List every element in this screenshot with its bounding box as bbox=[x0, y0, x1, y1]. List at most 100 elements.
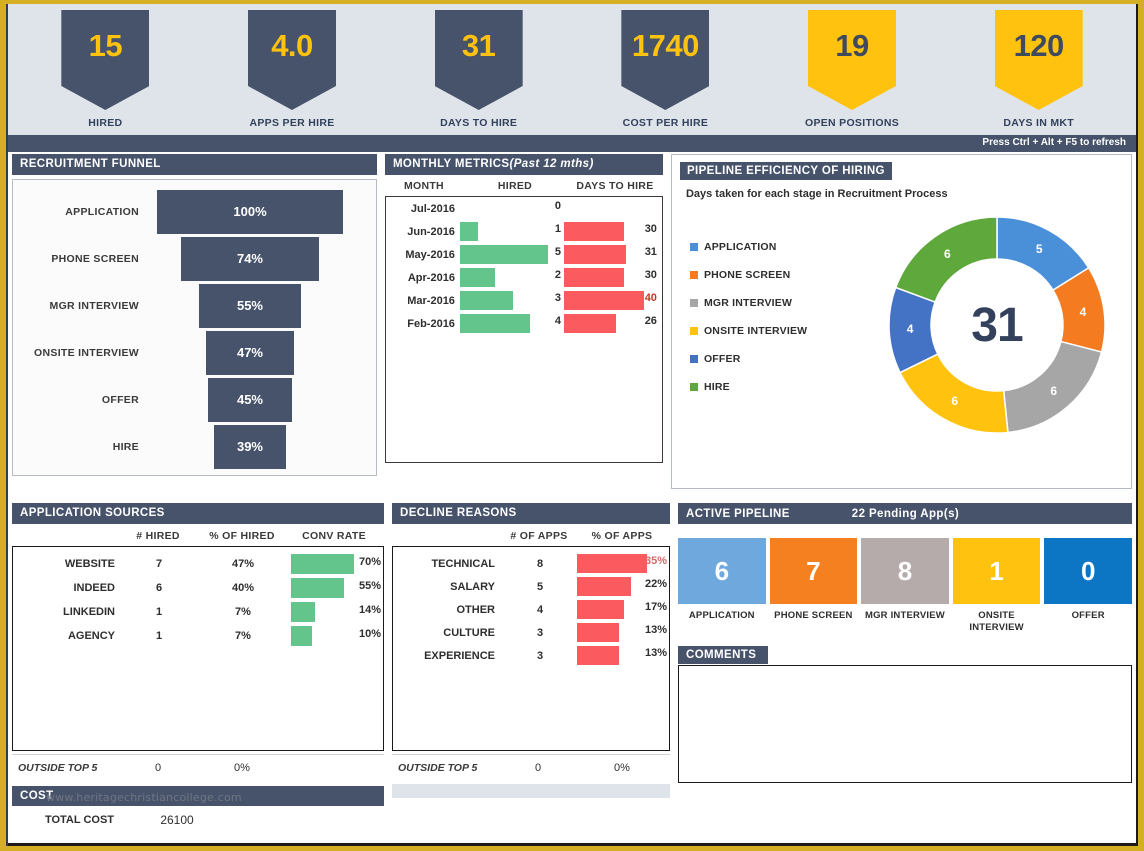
decline-pct-value: 13% bbox=[645, 624, 667, 636]
outside-top-pct: 0% bbox=[194, 762, 290, 774]
decline-pct-value: 35% bbox=[645, 555, 667, 567]
decline-reason-name: TECHNICAL bbox=[393, 558, 503, 570]
pipeline-stage-card[interactable]: 1 bbox=[953, 538, 1041, 604]
days-to-hire-value: 40 bbox=[645, 292, 657, 304]
hired-value: 0 bbox=[555, 200, 561, 212]
legend-swatch-icon bbox=[690, 271, 698, 279]
month-label: Jul-2016 bbox=[386, 203, 460, 215]
pipeline-stage-card[interactable]: 8 bbox=[861, 538, 949, 604]
monthly-metrics-row: Mar-2016340 bbox=[386, 289, 662, 312]
pipeline-efficiency-body: PIPELINE EFFICIENCY OF HIRING Days taken… bbox=[671, 154, 1132, 489]
funnel-bar: 100% bbox=[157, 190, 343, 234]
donut-segment-value: 4 bbox=[1080, 305, 1087, 319]
funnel-bar-track: 47% bbox=[153, 331, 366, 375]
kpi-ribbon: 120 bbox=[995, 10, 1083, 110]
kpi-value: 15 bbox=[89, 30, 122, 61]
monthly-metrics-table: Jul-20160Jun-2016130May-2016531Apr-20162… bbox=[385, 196, 663, 463]
days-to-hire-bar-track bbox=[564, 199, 660, 218]
hired-bar-track: 1 bbox=[460, 222, 564, 241]
days-to-hire-value: 26 bbox=[645, 315, 657, 327]
decline-reasons-panel: DECLINE REASONS # OF APPS % OF APPS TECH… bbox=[392, 503, 670, 830]
active-pipeline-title: ACTIVE PIPELINE bbox=[686, 508, 790, 520]
decline-reasons-title: DECLINE REASONS bbox=[392, 503, 670, 524]
hired-value: 5 bbox=[555, 246, 561, 258]
total-cost-label: TOTAL COST bbox=[12, 814, 122, 826]
source-pct-hired: 7% bbox=[195, 630, 291, 642]
kpi-label: COST PER HIRE bbox=[623, 117, 709, 135]
hired-bar-track: 0 bbox=[460, 199, 564, 218]
legend-item: APPLICATION bbox=[690, 233, 807, 261]
decline-outside-row: OUTSIDE TOP 5 0 0% bbox=[392, 754, 670, 780]
kpi-banner-strip: 15HIRED4.0APPS PER HIRE31DAYS TO HIRE174… bbox=[8, 4, 1136, 135]
source-hired-count: 7 bbox=[123, 558, 195, 570]
monthly-metrics-row: May-2016531 bbox=[386, 243, 662, 266]
column-header-month: MONTH bbox=[385, 180, 463, 192]
decline-reason-name: OTHER bbox=[393, 604, 503, 616]
kpi-label: DAYS TO HIRE bbox=[440, 117, 517, 135]
source-pct-hired: 7% bbox=[195, 606, 291, 618]
decline-pct-bar bbox=[577, 554, 647, 573]
dashboard-root: 15HIRED4.0APPS PER HIRE31DAYS TO HIRE174… bbox=[0, 0, 1144, 851]
monthly-metrics-title-main: MONTHLY METRICS bbox=[393, 158, 510, 171]
legend-item: PHONE SCREEN bbox=[690, 261, 807, 289]
kpi-ribbon: 19 bbox=[808, 10, 896, 110]
funnel-bar: 55% bbox=[199, 284, 301, 328]
legend-swatch-icon bbox=[690, 299, 698, 307]
pipeline-stage-card[interactable]: 0 bbox=[1044, 538, 1132, 604]
pipeline-stage-label: OFFER bbox=[1044, 604, 1132, 622]
column-header-hired: HIRED bbox=[463, 180, 567, 192]
application-sources-title: APPLICATION SOURCES bbox=[12, 503, 384, 524]
hired-value: 2 bbox=[555, 269, 561, 281]
pipeline-stage-card[interactable]: 6 bbox=[678, 538, 766, 604]
table-row: SALARY522% bbox=[393, 575, 669, 598]
comments-box[interactable] bbox=[678, 665, 1132, 783]
days-to-hire-bar bbox=[564, 314, 616, 333]
legend-label: HIRE bbox=[704, 381, 730, 393]
legend-swatch-icon bbox=[690, 243, 698, 251]
hired-bar-track: 3 bbox=[460, 291, 564, 310]
application-sources-outside-row: OUTSIDE TOP 5 0 0% bbox=[12, 754, 384, 780]
conv-rate-bar-track: 14% bbox=[291, 602, 383, 622]
monthly-metrics-header-row: MONTH HIRED DAYS TO HIRE bbox=[385, 175, 663, 196]
decline-footer-strip bbox=[392, 784, 670, 798]
legend-label: MGR INTERVIEW bbox=[704, 297, 792, 309]
funnel-stage-row: PHONE SCREEN74% bbox=[13, 235, 366, 282]
donut-legend: APPLICATIONPHONE SCREENMGR INTERVIEWONSI… bbox=[690, 233, 807, 401]
table-row: TECHNICAL835% bbox=[393, 552, 669, 575]
row-one: RECRUITMENT FUNNEL APPLICATION100%PHONE … bbox=[8, 154, 1136, 494]
recruitment-funnel-title: RECRUITMENT FUNNEL bbox=[12, 154, 377, 175]
days-to-hire-bar-track: 26 bbox=[564, 314, 660, 333]
row-two: APPLICATION SOURCES # HIRED % OF HIRED C… bbox=[8, 503, 1136, 830]
table-row: OTHER417% bbox=[393, 598, 669, 621]
conv-rate-bar bbox=[291, 554, 354, 574]
decline-pct-bar bbox=[577, 600, 624, 619]
source-pct-hired: 47% bbox=[195, 558, 291, 570]
kpi-ribbon: 15 bbox=[61, 10, 149, 110]
days-to-hire-bar bbox=[564, 245, 626, 264]
funnel-bar: 47% bbox=[206, 331, 293, 375]
conv-rate-bar-track: 55% bbox=[291, 578, 383, 598]
bottom-rule bbox=[8, 843, 1136, 846]
pipeline-stage-card[interactable]: 7 bbox=[770, 538, 858, 604]
hired-value: 3 bbox=[555, 292, 561, 304]
conv-rate-value: 55% bbox=[359, 580, 381, 592]
column-header-pct-hired: % OF HIRED bbox=[194, 530, 290, 542]
table-row: INDEED640%55% bbox=[13, 576, 383, 600]
pipeline-stage-column: 7PHONE SCREEN bbox=[770, 538, 858, 634]
donut-segment-value: 6 bbox=[1050, 384, 1057, 398]
funnel-stage-row: MGR INTERVIEW55% bbox=[13, 282, 366, 329]
decline-pct-value: 17% bbox=[645, 601, 667, 613]
pipeline-efficiency-title: PIPELINE EFFICIENCY OF HIRING bbox=[680, 162, 892, 180]
active-pipeline-header: ACTIVE PIPELINE 22 Pending App(s) bbox=[678, 503, 1132, 524]
legend-swatch-icon bbox=[690, 383, 698, 391]
decline-reason-name: SALARY bbox=[393, 581, 503, 593]
dashboard-inner: 15HIRED4.0APPS PER HIRE31DAYS TO HIRE174… bbox=[6, 4, 1138, 846]
month-label: Apr-2016 bbox=[386, 272, 460, 284]
funnel-bar-track: 55% bbox=[153, 284, 366, 328]
legend-item: OFFER bbox=[690, 345, 807, 373]
hired-bar-track: 5 bbox=[460, 245, 564, 264]
days-to-hire-bar-track: 30 bbox=[564, 222, 660, 241]
hired-bar bbox=[460, 222, 478, 241]
column-header-reason bbox=[392, 530, 502, 542]
kpi-days-in-mkt: 120DAYS IN MKT bbox=[945, 4, 1132, 135]
